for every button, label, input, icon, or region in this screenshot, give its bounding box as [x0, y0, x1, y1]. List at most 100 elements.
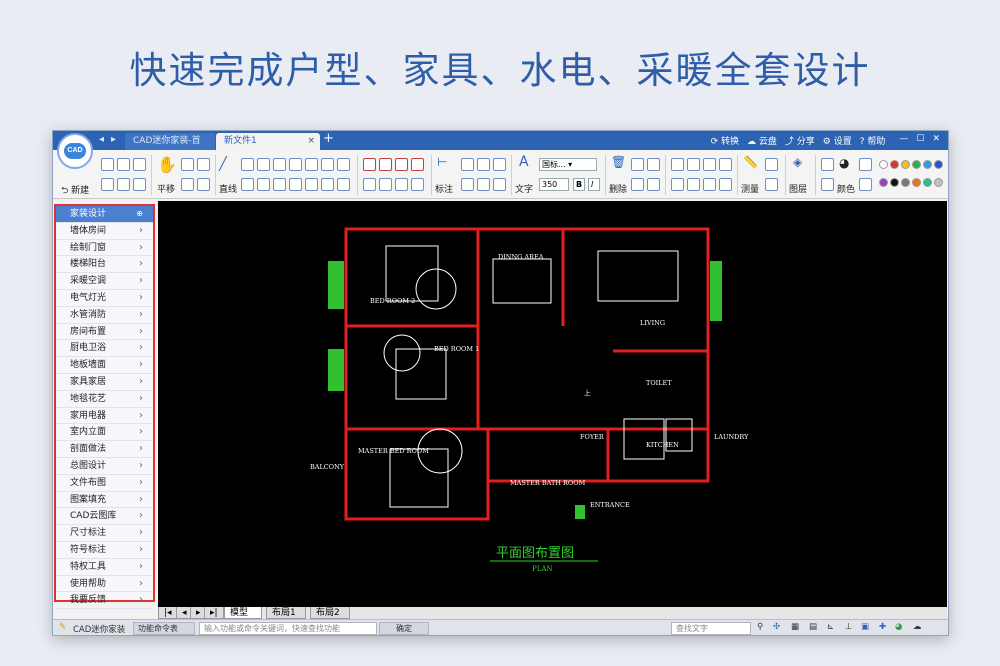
open-icon[interactable]	[101, 158, 114, 171]
sidebar-item[interactable]: 地板墙面 ›	[56, 357, 153, 374]
redo-icon[interactable]	[647, 178, 660, 191]
sidebar-item[interactable]: 我要反馈 ›	[56, 592, 153, 610]
hand-icon[interactable]: ✋	[157, 155, 177, 174]
eyedropper-icon[interactable]	[859, 158, 872, 171]
copy-icon[interactable]	[631, 158, 644, 171]
command-table-button[interactable]: 功能命令表	[133, 622, 195, 635]
new-tab-button[interactable]: +	[323, 131, 334, 146]
radius-dim-icon[interactable]	[461, 178, 474, 191]
insert-icon[interactable]	[411, 178, 424, 191]
save-as-icon[interactable]	[133, 158, 146, 171]
color-status-icon[interactable]: ◕	[895, 622, 902, 632]
line-icon[interactable]: ╱	[219, 157, 227, 172]
help-button[interactable]: ? 帮助	[860, 134, 886, 147]
block-icon[interactable]	[395, 178, 408, 191]
sidebar-item[interactable]: 电气灯光 ›	[56, 290, 153, 307]
sidebar-item[interactable]: 墙体房间 ›	[56, 223, 153, 240]
measure-icon[interactable]: 📏	[743, 155, 758, 169]
table-icon[interactable]	[765, 178, 778, 191]
rotate-icon[interactable]	[703, 158, 716, 171]
palette-swatch[interactable]	[879, 178, 888, 187]
stretch-icon[interactable]	[719, 158, 732, 171]
copy-tool-icon[interactable]	[687, 158, 700, 171]
crosshair-icon[interactable]: ✚	[879, 622, 886, 632]
palette-swatch[interactable]	[879, 160, 888, 169]
move-tool-icon[interactable]	[671, 158, 684, 171]
palette-swatch[interactable]	[934, 178, 943, 187]
hatch-icon[interactable]	[703, 178, 716, 191]
lineweight-icon[interactable]	[821, 178, 834, 191]
tab-layout-1[interactable]: 布局1	[266, 607, 306, 619]
palette-swatch[interactable]	[934, 160, 943, 169]
grid-icon[interactable]: ▦	[791, 622, 799, 632]
zoom-window-icon[interactable]	[181, 178, 194, 191]
palette-swatch[interactable]	[901, 160, 910, 169]
zoom-in-icon[interactable]	[181, 158, 194, 171]
continuous-dim-icon[interactable]	[493, 158, 506, 171]
find-text-input[interactable]: 查找文字	[671, 622, 751, 635]
sidebar-item[interactable]: 剖面做法 ›	[56, 441, 153, 458]
circle-icon[interactable]	[305, 158, 318, 171]
app-logo[interactable]: CAD	[57, 133, 93, 169]
area-icon[interactable]	[765, 158, 778, 171]
confirm-button[interactable]: 确定	[379, 622, 429, 635]
pin-icon[interactable]: ⊕	[136, 206, 143, 222]
ellipse-icon[interactable]	[337, 158, 350, 171]
palette-swatch[interactable]	[890, 178, 899, 187]
sidebar-item[interactable]: 总图设计 ›	[56, 458, 153, 475]
offset-icon[interactable]	[273, 158, 286, 171]
font-size-select[interactable]: 350	[539, 178, 569, 191]
rectangle-icon[interactable]	[321, 158, 334, 171]
convert-button[interactable]: ⟳ 转换	[711, 134, 739, 147]
palette-swatch[interactable]	[890, 160, 899, 169]
diameter-dim-icon[interactable]	[477, 178, 490, 191]
close-tab-icon[interactable]: ×	[307, 133, 315, 149]
revcloud-icon[interactable]	[321, 178, 334, 191]
settings-button[interactable]: ⚙ 设置	[823, 134, 852, 147]
sidebar-item[interactable]: 房间布置 ›	[56, 324, 153, 341]
export-pdf-icon[interactable]	[117, 178, 130, 191]
palette-swatch[interactable]	[923, 178, 932, 187]
polygon-icon[interactable]	[305, 178, 318, 191]
cloud-status-icon[interactable]: ☁	[913, 622, 922, 632]
delete-icon[interactable]: 🗑	[611, 155, 626, 169]
palette-swatch[interactable]	[912, 160, 921, 169]
leader-icon[interactable]	[493, 178, 506, 191]
sidebar-item[interactable]: 特权工具 ›	[56, 559, 153, 576]
arc-icon[interactable]	[289, 158, 302, 171]
sidebar-item[interactable]: 图案填充 ›	[56, 492, 153, 509]
maximize-button[interactable]: ☐	[916, 134, 924, 147]
save-icon[interactable]	[117, 158, 130, 171]
italic-button[interactable]: I	[588, 178, 600, 191]
angle-dim-icon[interactable]	[477, 158, 490, 171]
sidebar-item[interactable]: 采暖空调 ›	[56, 273, 153, 290]
mirror-icon[interactable]	[257, 158, 270, 171]
explode-icon[interactable]	[671, 178, 684, 191]
sidebar-item[interactable]: 使用帮助 ›	[56, 576, 153, 593]
color-wheel-icon[interactable]: ◕	[839, 156, 849, 170]
sidebar-item[interactable]: 符号标注 ›	[56, 542, 153, 559]
linetype-icon[interactable]	[821, 158, 834, 171]
sidebar-item[interactable]: 尺寸标注 ›	[56, 525, 153, 542]
move-icon[interactable]	[241, 158, 254, 171]
sidebar-item[interactable]: 室内立面 ›	[56, 424, 153, 442]
zoom-out-icon[interactable]	[197, 158, 210, 171]
sidebar-item[interactable]: 厨电卫浴 ›	[56, 340, 153, 358]
forward-icon[interactable]: ▸	[111, 134, 116, 145]
first-tab-icon[interactable]: |◂	[158, 607, 178, 619]
trim-icon[interactable]	[363, 158, 376, 171]
last-tab-icon[interactable]: ▸|	[204, 607, 224, 619]
command-search-input[interactable]: 输入功能或命令关键词，快速查找功能	[199, 622, 377, 635]
palette-swatch[interactable]	[901, 178, 910, 187]
dimension-icon[interactable]: ⊢	[437, 155, 447, 169]
array-icon[interactable]	[363, 178, 376, 191]
export-image-icon[interactable]	[133, 178, 146, 191]
extend-icon[interactable]	[379, 158, 392, 171]
polar-icon[interactable]: ⊾	[827, 622, 834, 632]
sidebar-item[interactable]: 文件布图 ›	[56, 475, 153, 492]
minimize-button[interactable]: —	[899, 134, 908, 147]
print-icon[interactable]	[101, 178, 114, 191]
text-icon[interactable]: A	[519, 154, 529, 170]
palette-swatch[interactable]	[923, 160, 932, 169]
palette-swatch[interactable]	[912, 178, 921, 187]
